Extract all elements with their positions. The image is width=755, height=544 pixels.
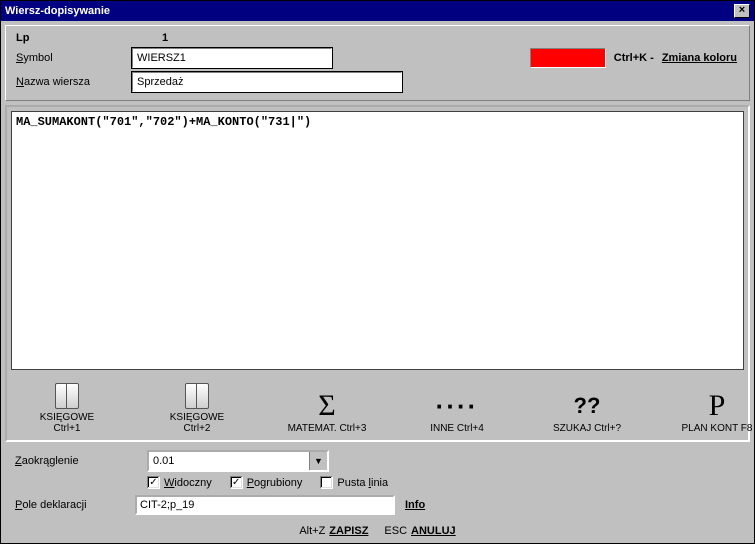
save-shortcut: Alt+Z [299, 525, 325, 537]
dots-icon: ···· [436, 391, 479, 421]
toolbar-label: KSIĘGOWE Ctrl+1 [25, 412, 109, 434]
bold-checkbox[interactable]: ✓ Pogrubiony [230, 476, 303, 489]
toolbar-button-2[interactable]: Σ MATEMAT. Ctrl+3 [285, 391, 369, 434]
toolbar-label: PLAN KONT F8 [682, 423, 753, 434]
symbol-label: Symbol [16, 52, 126, 64]
options-panel: Zaokrąglenie ▼ ✓ Widoczny ✓ Pogrubiony P… [5, 446, 750, 517]
toolbar-button-3[interactable]: ···· INNE Ctrl+4 [415, 391, 499, 434]
formula-editor[interactable]: MA_SUMAKONT("701","702")+MA_KONTO("731|"… [11, 111, 744, 370]
info-link[interactable]: Info [405, 499, 425, 511]
visible-checkbox[interactable]: ✓ Widoczny [147, 476, 212, 489]
close-button[interactable]: × [734, 4, 750, 18]
action-bar: Alt+Z ZAPISZ ESC ANULUJ [1, 517, 754, 543]
chevron-down-icon[interactable]: ▼ [309, 452, 327, 470]
save-button[interactable]: ZAPISZ [329, 525, 368, 537]
toolbar-label: MATEMAT. Ctrl+3 [288, 423, 367, 434]
rounding-label: Zaokrąglenie [15, 455, 125, 467]
row-name-input[interactable] [132, 72, 402, 92]
toolbar: KSIĘGOWE Ctrl+1 KSIĘGOWE Ctrl+2 Σ MATEMAT. … [7, 376, 748, 440]
change-color-link[interactable]: Zmiana koloru [662, 52, 737, 64]
emptyline-checkbox[interactable]: Pusta linia [320, 476, 388, 489]
toolbar-button-4[interactable]: ?? SZUKAJ Ctrl+? [545, 391, 629, 434]
toolbar-label: KSIĘGOWE Ctrl+2 [155, 412, 239, 434]
question-icon: ?? [574, 391, 601, 421]
row-name-label: Nazwa wiersza [16, 76, 126, 88]
checkbox-box [320, 476, 333, 489]
sigma-icon: Σ [318, 391, 335, 421]
color-swatch[interactable] [530, 48, 606, 68]
editor-panel: MA_SUMAKONT("701","702")+MA_KONTO("731|"… [5, 105, 750, 442]
checkbox-box: ✓ [147, 476, 160, 489]
book-icon [184, 380, 210, 410]
bold-label: Pogrubiony [247, 477, 303, 489]
cancel-button[interactable]: ANULUJ [411, 525, 456, 537]
cancel-shortcut: ESC [384, 525, 407, 537]
rounding-input[interactable] [149, 452, 309, 470]
header-panel: Lp 1 Symbol Nazwa wiersza Ctrl+K - Zmian… [5, 25, 750, 101]
toolbar-button-0[interactable]: KSIĘGOWE Ctrl+1 [25, 380, 109, 434]
lp-value: 1 [162, 32, 168, 44]
book-icon [54, 380, 80, 410]
rounding-dropdown[interactable]: ▼ [147, 450, 329, 472]
symbol-input[interactable] [132, 48, 332, 68]
emptyline-label: Pusta linia [337, 477, 388, 489]
letter-p-icon: P [709, 391, 726, 421]
window: Wiersz-dopisywanie × Lp 1 Symbol Nazwa w… [0, 0, 755, 544]
toolbar-button-5[interactable]: P PLAN KONT F8 [675, 391, 755, 434]
toolbar-label: INNE Ctrl+4 [430, 423, 484, 434]
ctrl-k-label: Ctrl+K - [614, 52, 654, 64]
titlebar: Wiersz-dopisywanie × [1, 1, 754, 21]
window-title: Wiersz-dopisywanie [5, 5, 110, 17]
checkbox-box: ✓ [230, 476, 243, 489]
declaration-input[interactable] [135, 495, 395, 515]
toolbar-label: SZUKAJ Ctrl+? [553, 423, 621, 434]
declaration-label: Pole deklaracji [15, 499, 125, 511]
toolbar-button-1[interactable]: KSIĘGOWE Ctrl+2 [155, 380, 239, 434]
visible-label: Widoczny [164, 477, 212, 489]
lp-label: Lp [16, 32, 126, 44]
